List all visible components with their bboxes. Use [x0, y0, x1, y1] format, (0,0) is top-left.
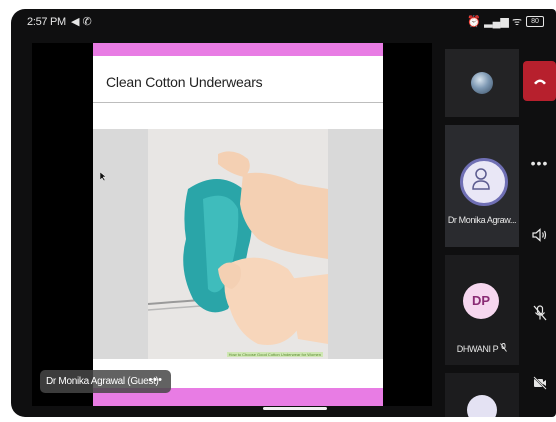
participant-name: Dr Monika Agraw...: [447, 215, 517, 225]
slide-title: Clean Cotton Underwears: [106, 74, 263, 90]
status-left-icons: ◀ ✆: [71, 16, 92, 28]
person-icon: [472, 168, 490, 190]
call-controls: •••: [523, 43, 556, 417]
mic-off-icon: [533, 305, 546, 321]
slide-top-bar: [93, 43, 383, 56]
speaker-button[interactable]: [523, 215, 556, 255]
mute-button[interactable]: [523, 293, 556, 333]
participant-list: Dr Monika Agraw... DP DHWANI P: [445, 43, 519, 417]
home-indicator[interactable]: [263, 407, 327, 410]
avatar: [460, 158, 508, 206]
illustration-panel: [148, 129, 328, 359]
camera-off-icon: [532, 376, 547, 390]
participant-tile[interactable]: DP DHWANI P: [445, 255, 519, 365]
status-bar: 2:57 PM ◀ ✆ ⏰ ▂▄▆ ᯤ 80: [11, 9, 556, 35]
presenter-more-button[interactable]: •••: [148, 374, 163, 386]
speaker-icon: [532, 228, 547, 242]
slide-divider: [93, 102, 383, 103]
participant-name: DHWANI P: [445, 343, 519, 354]
hands-cloth-illustration: [148, 151, 328, 345]
status-time: 2:57 PM: [27, 16, 66, 28]
status-right-icons: ⏰ ▂▄▆ ᯤ 80: [467, 14, 544, 29]
camera-button[interactable]: [523, 363, 556, 403]
end-call-icon: [533, 79, 546, 85]
participant-name-text: DHWANI P: [456, 344, 499, 354]
presenter-name: Dr Monika Agrawal (Guest): [46, 376, 159, 387]
shared-screen-stage[interactable]: Clean Cotton Underwears How to Choose Go…: [32, 43, 432, 406]
mouse-cursor-icon: [100, 172, 107, 181]
presentation-slide: Clean Cotton Underwears How to Choose Go…: [93, 43, 383, 406]
avatar: DP: [463, 283, 499, 319]
illustration-caption: How to Choose Good Cotton Underwear for …: [226, 352, 323, 357]
participant-tile[interactable]: [445, 49, 519, 117]
phone-screen: 2:57 PM ◀ ✆ ⏰ ▂▄▆ ᯤ 80 Clean Cotton Unde…: [11, 9, 556, 417]
slide-illustration: How to Choose Good Cotton Underwear for …: [93, 129, 383, 359]
battery-icon: 80: [526, 16, 544, 27]
presenter-name-tag[interactable]: Dr Monika Agrawal (Guest) •••: [40, 370, 171, 393]
status-indicators: ⏰ ▂▄▆ ᯤ: [467, 16, 522, 28]
more-options-button[interactable]: •••: [523, 143, 556, 183]
participant-tile[interactable]: [445, 373, 519, 417]
mic-off-icon: [500, 343, 508, 352]
avatar: [467, 395, 497, 417]
avatar: [471, 72, 493, 94]
participant-tile[interactable]: Dr Monika Agraw...: [445, 125, 519, 247]
end-call-button[interactable]: [523, 61, 556, 101]
